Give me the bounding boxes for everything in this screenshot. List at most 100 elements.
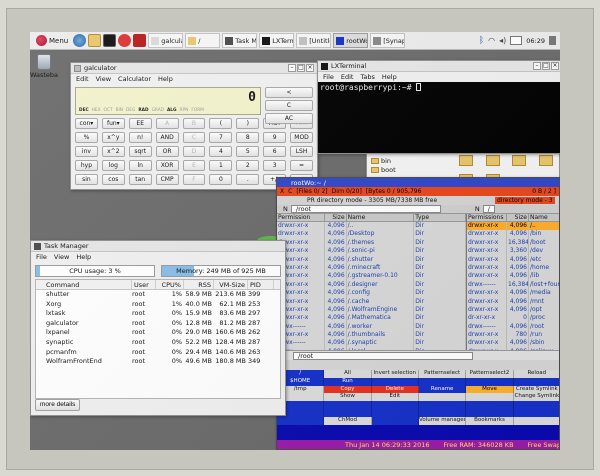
- function-key[interactable]: Move: [466, 385, 514, 394]
- mode-alg[interactable]: ALG: [167, 108, 177, 113]
- maximize-button[interactable]: □: [542, 62, 550, 70]
- table-row[interactable]: drwx------ 4,096/.worker Dir: [277, 322, 466, 332]
- function-key[interactable]: [418, 377, 467, 386]
- command-line[interactable]: /root: [277, 350, 559, 360]
- function-key[interactable]: Show: [324, 393, 372, 402]
- function-key[interactable]: [513, 377, 559, 386]
- table-row[interactable]: drwxr-xr-x 4,096/.thumbnails Dir: [277, 331, 466, 340]
- calc-button[interactable]: hyp: [75, 160, 98, 171]
- function-key[interactable]: [324, 408, 372, 417]
- calc-button[interactable]: con▾: [75, 118, 98, 129]
- table-row[interactable]: drwxr-xr-x 4,096/home: [467, 263, 559, 273]
- menu-button[interactable]: Menu: [33, 33, 71, 49]
- function-key[interactable]: Rename: [418, 385, 467, 394]
- left-panel-tab[interactable]: N: [283, 205, 288, 213]
- mode-bin[interactable]: BIN: [116, 108, 123, 113]
- table-row[interactable]: drwxr-xr-x 4,096/lib: [467, 272, 559, 281]
- left-header-3[interactable]: Type: [414, 214, 466, 221]
- minimize-button[interactable]: –: [288, 64, 296, 72]
- table-row[interactable]: lxpanel root 0% 29.0 MB 160.6 MB 262: [36, 328, 280, 338]
- function-key[interactable]: [513, 408, 559, 417]
- mode-rad[interactable]: RAD: [138, 108, 148, 113]
- table-row[interactable]: drwxr-xr-x 4,096/Desktop Dir: [277, 230, 466, 239]
- function-key[interactable]: [513, 401, 559, 409]
- calc-button[interactable]: log: [101, 160, 125, 171]
- function-key[interactable]: Edit: [371, 393, 419, 402]
- table-row[interactable]: drwxr-xr-x 4,096/.config Dir: [277, 289, 466, 298]
- table-row[interactable]: drwxr-xr-x 4,096/.. Dir: [277, 222, 466, 231]
- right-path[interactable]: /: [482, 205, 495, 213]
- mode-form[interactable]: FORM: [191, 108, 204, 113]
- function-key[interactable]: [418, 393, 467, 402]
- table-row[interactable]: WolframFrontEnd root 0% 49.6 MB 180.8 MB 349: [36, 357, 280, 367]
- close-icon[interactable]: X: [280, 188, 284, 195]
- function-key[interactable]: [371, 408, 419, 417]
- commander-titlebar[interactable]: rootWo:~ /: [277, 178, 559, 187]
- column-header-user[interactable]: User: [132, 280, 156, 289]
- function-key[interactable]: [277, 416, 325, 425]
- table-row[interactable]: drwxr-xr-x 4,096/mnt: [467, 297, 559, 306]
- function-key[interactable]: [371, 416, 419, 425]
- calc-button[interactable]: 7: [209, 132, 233, 143]
- function-key[interactable]: Patternselect: [418, 370, 467, 378]
- function-key[interactable]: Copy: [324, 385, 372, 394]
- wolfram-icon[interactable]: [133, 34, 147, 47]
- function-key[interactable]: Volume manager: [418, 416, 467, 425]
- function-key[interactable]: [466, 401, 514, 409]
- calc-side-button-2[interactable]: AC: [265, 113, 313, 124]
- calc-button[interactable]: D: [182, 146, 206, 157]
- file-manager-icon[interactable]: [88, 34, 102, 47]
- menu-item-view[interactable]: View: [96, 75, 111, 83]
- table-row[interactable]: drwxr-xr-x 4,096/.designer Dir: [277, 280, 466, 290]
- calc-button[interactable]: x^y: [101, 132, 125, 143]
- mode-rpn[interactable]: RPN: [180, 108, 189, 113]
- calc-button[interactable]: 1: [209, 160, 233, 171]
- function-key[interactable]: [371, 401, 419, 409]
- close-button[interactable]: ×: [551, 62, 559, 70]
- right-header-1[interactable]: Size: [507, 214, 529, 221]
- menu-item-help[interactable]: Help: [158, 75, 173, 83]
- calc-button[interactable]: XOR: [155, 160, 179, 171]
- wastebasket-desktop-icon[interactable]: Wasteba: [30, 54, 58, 79]
- calc-button[interactable]: 5: [236, 146, 260, 157]
- mode-hex[interactable]: HEX: [92, 108, 101, 113]
- calc-button[interactable]: 8: [236, 132, 260, 143]
- table-row[interactable]: pcmanfm root 0% 29.4 MB 140.6 MB 263: [36, 348, 280, 358]
- tree-item-bin[interactable]: bin: [371, 157, 396, 166]
- terminal-titlebar[interactable]: LXTerminal – □ ×: [318, 61, 560, 72]
- menu-item-help[interactable]: Help: [382, 73, 397, 81]
- calc-button[interactable]: sqrt: [128, 146, 152, 157]
- column-header-pid[interactable]: PID: [248, 280, 274, 289]
- calc-button[interactable]: LSH: [290, 146, 313, 157]
- close-button[interactable]: ×: [306, 64, 314, 72]
- table-row[interactable]: drwxr-xr-x 4,096/.themes Dir: [277, 238, 466, 248]
- calc-button[interactable]: E: [182, 160, 206, 171]
- terminal-icon[interactable]: [103, 34, 117, 47]
- left-file-panel[interactable]: Permission Size Name Type drwxr-xr-x 4,096/.…: [277, 214, 467, 357]
- calc-button[interactable]: A: [155, 118, 179, 129]
- menu-item-edit[interactable]: Edit: [76, 75, 89, 83]
- table-row[interactable]: drwxr-xr-x 4,096/opt: [467, 305, 559, 315]
- calc-button[interactable]: OR: [155, 146, 179, 157]
- calc-button[interactable]: 2: [236, 160, 260, 171]
- calc-button[interactable]: ln: [128, 160, 152, 171]
- calc-button[interactable]: EE: [128, 118, 152, 129]
- mode-oct[interactable]: OCT: [104, 108, 113, 113]
- right-header-0[interactable]: Permissions: [467, 214, 507, 221]
- calc-button[interactable]: (: [209, 118, 233, 129]
- table-row[interactable]: drwx------16,384/lost+found: [467, 280, 559, 290]
- folder-icon[interactable]: [512, 155, 526, 166]
- folder-icon[interactable]: [459, 155, 473, 166]
- table-row[interactable]: drwxr-xr-x 3,360/dev: [467, 247, 559, 256]
- calc-button[interactable]: sin: [75, 174, 98, 185]
- calc-button[interactable]: 3: [263, 160, 287, 171]
- function-key[interactable]: Bookmarks: [466, 416, 514, 425]
- table-row[interactable]: drwxr-xr-x 4,096/..: [467, 222, 559, 231]
- mathematica-icon[interactable]: [118, 34, 132, 47]
- folder-icon[interactable]: [538, 155, 553, 166]
- column-header-rss[interactable]: RSS: [184, 280, 214, 289]
- menu-item-view[interactable]: View: [54, 253, 69, 261]
- function-key[interactable]: [466, 377, 514, 386]
- taskbar-task-1[interactable]: /: [185, 33, 221, 48]
- column-header-vm-size[interactable]: VM-Size: [214, 280, 248, 289]
